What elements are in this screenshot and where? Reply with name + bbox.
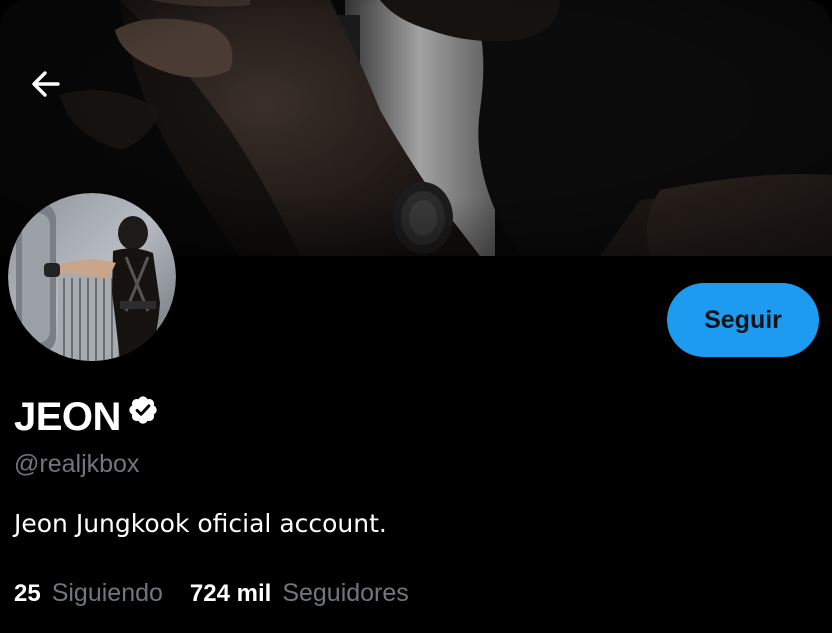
display-name: JEON — [14, 395, 121, 439]
verified-badge-icon[interactable] — [127, 394, 159, 426]
followers-label: Seguidores — [282, 579, 409, 607]
follow-button[interactable]: Seguir — [667, 283, 819, 357]
display-name-row: JEON — [14, 393, 159, 441]
username-handle: @realjkbox — [14, 450, 140, 478]
follow-button-label: Seguir — [704, 305, 782, 334]
profile-screen: Seguir JEON @realjkbox Jeon Jungkook ofi… — [0, 0, 832, 633]
followers-count: 724 mil — [189, 580, 272, 607]
following-stat[interactable]: 25 Siguiendo — [14, 576, 163, 611]
back-button[interactable] — [20, 58, 72, 110]
arrow-left-icon — [32, 71, 60, 97]
follow-stats: 25 Siguiendo 724 mil Seguidores — [14, 576, 409, 611]
followers-stat[interactable]: 724 mil Seguidores — [190, 576, 409, 611]
avatar[interactable] — [8, 193, 176, 361]
following-count: 25 — [14, 580, 41, 607]
following-label: Siguiendo — [51, 579, 163, 607]
profile-bio: Jeon Jungkook oficial account. — [14, 509, 387, 538]
